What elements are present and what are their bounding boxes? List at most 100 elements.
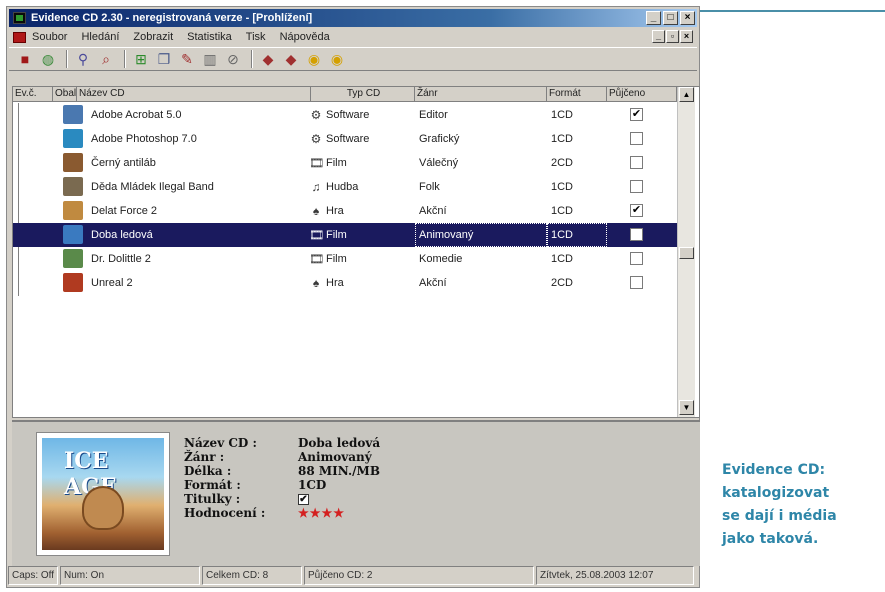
cell-genre: Komedie: [419, 253, 463, 265]
menu-hledani[interactable]: Hledání: [81, 31, 119, 43]
col-typ[interactable]: Typ CD: [311, 87, 415, 102]
label-genre: Žánr :: [184, 450, 225, 464]
lent-checkbox[interactable]: [630, 276, 643, 289]
prev-icon[interactable]: ◆: [281, 49, 301, 69]
status-lent: Půjčeno CD: 2: [304, 566, 534, 585]
cell-name: Černý antiláb: [91, 157, 156, 169]
cell-name: Unreal 2: [91, 277, 133, 289]
cell-type: Hra: [326, 205, 344, 217]
cell-type: Software: [326, 133, 370, 145]
cover-thumbnail: [63, 249, 83, 268]
table-row[interactable]: Adobe Photoshop 7.0 ⚙ Software Grafický 1CD: [13, 127, 677, 151]
title-bar[interactable]: Evidence CD 2.30 - neregistrovaná verze …: [9, 9, 697, 27]
vertical-scrollbar[interactable]: ▲ ▼: [677, 87, 695, 417]
col-nazev[interactable]: Název CD: [77, 87, 311, 102]
value-genre: Animovaný: [298, 450, 372, 464]
app-icon: [13, 12, 26, 24]
label-subtitles: Titulky :: [184, 492, 241, 506]
cell-name: Dr. Dolittle 2: [91, 253, 151, 265]
status-bar: Caps: Off Num: On Celkem CD: 8 Půjčeno C…: [8, 566, 696, 585]
menu-zobrazit[interactable]: Zobrazit: [133, 31, 173, 43]
software-type-icon: ⚙: [310, 108, 322, 122]
table-row[interactable]: Dr. Dolittle 2 🎞 Film Komedie 1CD: [13, 247, 677, 271]
menu-statistika[interactable]: Statistika: [187, 31, 232, 43]
cell-type: Hra: [326, 277, 344, 289]
table-header: Ev.č. Obal Název CD Typ CD Žánr Formát P…: [13, 87, 677, 102]
value-subtitles-checkbox: ✔: [298, 494, 309, 505]
detail-labels: Název CD : Žánr : Délka : Formát : Titul…: [184, 436, 265, 520]
delete-icon[interactable]: ▥: [200, 49, 220, 69]
table-row[interactable]: Děda Mládek Ilegal Band ♫ Hudba Folk 1CD: [13, 175, 677, 199]
cell-genre: Folk: [419, 181, 440, 193]
menu-tisk[interactable]: Tisk: [246, 31, 266, 43]
lent-checkbox[interactable]: ✔: [630, 204, 643, 217]
label-format: Formát :: [184, 478, 241, 492]
status-date: Zítvtek, 25.08.2003 12:07: [536, 566, 694, 585]
status-caps: Caps: Off: [8, 566, 58, 585]
cell-format: 1CD: [551, 181, 574, 193]
scroll-up-icon[interactable]: ▲: [679, 87, 694, 102]
stop-icon[interactable]: ■: [15, 49, 35, 69]
table-row[interactable]: Adobe Acrobat 5.0 ⚙ Software Editor 1CD ✔: [13, 103, 677, 127]
cell-name: Děda Mládek Ilegal Band: [91, 181, 214, 193]
globe-icon[interactable]: ◍: [38, 49, 58, 69]
label-rating: Hodnocení :: [184, 506, 266, 520]
add-icon[interactable]: ⊞: [131, 49, 151, 69]
table-row[interactable]: Doba ledová 🎞 Film Animovaný 1CD: [13, 223, 677, 247]
lent-checkbox[interactable]: [630, 180, 643, 193]
table-row[interactable]: Unreal 2 ♠ Hra Akční 2CD: [13, 271, 677, 295]
mdi-minimize-button[interactable]: _: [652, 30, 665, 43]
minimize-button[interactable]: _: [646, 11, 661, 25]
table-row[interactable]: Delat Force 2 ♠ Hra Akční 1CD ✔: [13, 199, 677, 223]
label-length: Délka :: [184, 464, 232, 478]
first-icon[interactable]: ◆: [258, 49, 278, 69]
clear-icon[interactable]: ⊘: [223, 49, 243, 69]
toolbar-separator: [124, 50, 126, 68]
cover-thumbnail: [63, 105, 83, 124]
cell-format: 1CD: [551, 109, 574, 121]
toolbar-separator: [251, 50, 253, 68]
film-type-icon: 🎞: [309, 252, 325, 266]
cover-thumbnail: [63, 177, 83, 196]
value-rating-stars: ★★★★: [298, 506, 346, 520]
cell-name: Adobe Photoshop 7.0: [91, 133, 197, 145]
scroll-thumb[interactable]: [679, 247, 694, 259]
cell-genre: Editor: [419, 109, 448, 121]
col-pujceno[interactable]: Půjčeno: [607, 87, 677, 102]
status-num: Num: On: [60, 566, 200, 585]
edit-icon[interactable]: ✎: [177, 49, 197, 69]
cell-format: 2CD: [551, 157, 574, 169]
lent-checkbox[interactable]: [630, 156, 643, 169]
search-icon[interactable]: ⚲: [73, 49, 93, 69]
col-zanr[interactable]: Žánr: [415, 87, 547, 102]
cell-name: Adobe Acrobat 5.0: [91, 109, 182, 121]
hra-type-icon: ♠: [312, 276, 320, 290]
mdi-controls: _ ▫ ×: [652, 30, 693, 43]
cell-format: 1CD: [551, 205, 574, 217]
lent-checkbox[interactable]: ✔: [630, 108, 643, 121]
cover-image: ICE AGE: [36, 432, 170, 556]
mdi-restore-button[interactable]: ▫: [666, 30, 679, 43]
cd-table: Ev.č. Obal Název CD Typ CD Žánr Formát P…: [12, 86, 700, 418]
lent-checkbox[interactable]: [630, 252, 643, 265]
menu-napoveda[interactable]: Nápověda: [280, 31, 330, 43]
menu-bar: Soubor Hledání Zobrazit Statistika Tisk …: [9, 28, 697, 46]
close-button[interactable]: ×: [680, 11, 695, 25]
col-ev-cislo[interactable]: Ev.č.: [13, 87, 53, 102]
last-icon[interactable]: ◉: [327, 49, 347, 69]
lent-checkbox[interactable]: [630, 228, 643, 241]
document-icon[interactable]: [13, 31, 26, 43]
find-icon[interactable]: ⌕: [96, 49, 116, 69]
menu-soubor[interactable]: Soubor: [32, 31, 67, 43]
col-format[interactable]: Formát: [547, 87, 607, 102]
scroll-down-icon[interactable]: ▼: [679, 400, 694, 415]
hudba-type-icon: ♫: [311, 180, 321, 194]
lent-checkbox[interactable]: [630, 132, 643, 145]
col-obal[interactable]: Obal: [53, 87, 77, 102]
detail-panel: ICE AGE Název CD : Žánr : Délka : Formát…: [12, 420, 700, 566]
maximize-button[interactable]: □: [663, 11, 678, 25]
next-icon[interactable]: ◉: [304, 49, 324, 69]
copy-icon[interactable]: ❐: [154, 49, 174, 69]
mdi-close-button[interactable]: ×: [680, 30, 693, 43]
table-row[interactable]: Černý antiláb 🎞 Film Válečný 2CD: [13, 151, 677, 175]
